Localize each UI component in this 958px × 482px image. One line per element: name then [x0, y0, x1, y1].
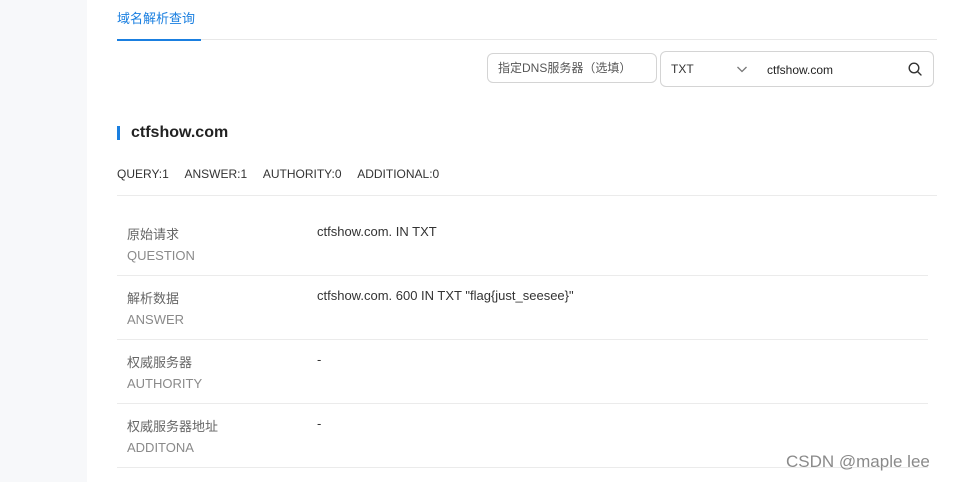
left-rail — [0, 0, 87, 482]
dns-server-input[interactable]: 指定DNS服务器（选填） — [487, 53, 657, 83]
count-query: QUERY:1 — [117, 167, 169, 181]
row-label-cn: 解析数据 — [127, 291, 180, 306]
result-title-text: ctfshow.com — [131, 124, 229, 141]
record-row-answer: 解析数据 ANSWER ctfshow.com. 600 IN TXT "fla… — [117, 276, 928, 340]
title-accent-bar — [117, 126, 120, 140]
record-row-authority: 权威服务器 AUTHORITY - — [117, 340, 928, 404]
row-label-en: ANSWER — [127, 312, 185, 327]
search-icon[interactable] — [907, 61, 923, 77]
row-label-cn: 原始请求 — [127, 227, 180, 242]
watermark: CSDN @maple lee — [786, 452, 930, 471]
tab-label: 域名解析查询 — [117, 11, 196, 26]
row-label-en: QUESTION — [127, 248, 195, 263]
row-label-cn: 权威服务器 — [127, 355, 193, 370]
row-label-en: ADDITONA — [127, 440, 194, 455]
count-additional: ADDITIONAL:0 — [357, 167, 440, 181]
record-row-question: 原始请求 QUESTION ctfshow.com. IN TXT — [117, 212, 928, 276]
row-label-cn: 权威服务器地址 — [127, 419, 219, 434]
row-value: - — [317, 416, 322, 431]
chevron-down-icon[interactable] — [736, 63, 748, 75]
tab-domain-dns-query[interactable]: 域名解析查询 — [117, 8, 201, 41]
domain-input[interactable]: ctfshow.com — [767, 52, 833, 86]
record-type-select[interactable]: TXT — [671, 52, 694, 86]
record-counts: QUERY:1 ANSWER:1 AUTHORITY:0 ADDITIONAL:… — [117, 167, 452, 181]
record-type-value: TXT — [671, 62, 694, 76]
domain-input-value: ctfshow.com — [767, 63, 834, 77]
tab-bar: 域名解析查询 — [117, 0, 937, 41]
query-box: TXT ctfshow.com — [660, 51, 934, 87]
row-value: ctfshow.com. 600 IN TXT "flag{just_seese… — [317, 288, 574, 303]
active-tab-indicator — [117, 39, 201, 41]
dns-server-placeholder: 指定DNS服务器（选填） — [498, 61, 632, 75]
row-value: ctfshow.com. IN TXT — [317, 224, 437, 239]
count-authority: AUTHORITY:0 — [262, 167, 342, 181]
divider — [117, 195, 937, 196]
row-value: - — [317, 352, 322, 367]
count-answer: ANSWER:1 — [184, 167, 248, 181]
row-label-en: AUTHORITY — [127, 376, 203, 391]
